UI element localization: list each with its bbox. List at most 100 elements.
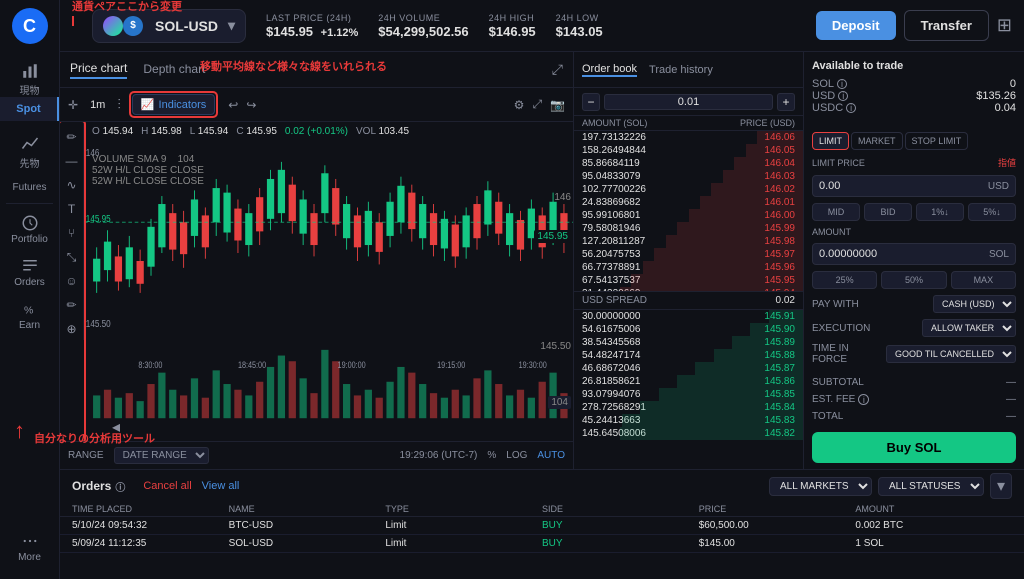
pencil-tool[interactable]: ✏ bbox=[61, 126, 83, 148]
sidebar-item-more[interactable]: More bbox=[0, 526, 59, 569]
sell-order-row[interactable]: 67.54137537 145.95 bbox=[574, 274, 803, 287]
grid-icon[interactable]: ⊞ bbox=[997, 15, 1012, 36]
text-tool[interactable]: T bbox=[61, 198, 83, 220]
sell-order-row[interactable]: 158.26494844 146.05 bbox=[574, 144, 803, 157]
logo[interactable]: C bbox=[12, 8, 48, 44]
tools-container: ✏ — ∿ T ⑂ ⤡ ☺ ✏ ⊕ bbox=[60, 122, 84, 441]
pair-selector[interactable]: $ SOL-USD ▾ bbox=[92, 9, 246, 43]
pct-btn[interactable]: 25% bbox=[812, 271, 877, 289]
sidebar-item-spot[interactable]: 現物 bbox=[0, 56, 59, 103]
pct-btn[interactable]: 50% bbox=[881, 271, 946, 289]
date-range-select[interactable]: DATE RANGE bbox=[114, 447, 209, 464]
zoom-tool[interactable]: ⊕ bbox=[61, 318, 83, 340]
buy-order-row[interactable]: 145.64508006 145.82 bbox=[574, 427, 803, 440]
orderbook-panel: Order book Trade history − 0.01 + AMOUNT… bbox=[574, 52, 804, 469]
order-type-btn[interactable]: MARKET bbox=[851, 132, 903, 150]
indicators-button[interactable]: 📈 Indicators bbox=[132, 94, 215, 115]
sidebar-futures-label: 先物 bbox=[20, 155, 40, 170]
orders-column-header: TYPE bbox=[385, 504, 542, 514]
emoji-tool[interactable]: ☺ bbox=[61, 270, 83, 292]
crosshair-icon[interactable]: ✛ bbox=[68, 98, 78, 112]
last-price-block: LAST PRICE (24H) $145.95 +1.12% bbox=[266, 13, 358, 39]
buy-order-row[interactable]: 46.68672046 145.87 bbox=[574, 362, 803, 375]
sidebar-earn-label: Earn bbox=[19, 320, 40, 331]
redo-icon[interactable]: ↪ bbox=[246, 98, 256, 112]
undo-icon[interactable]: ↩ bbox=[228, 98, 238, 112]
fullscreen-icon[interactable]: ⤢ bbox=[532, 97, 542, 112]
sidebar-item-portfolio[interactable]: Portfolio bbox=[0, 208, 59, 251]
order-type-btn[interactable]: LIMIT bbox=[812, 132, 849, 150]
order-type-btn[interactable]: STOP LIMIT bbox=[905, 132, 969, 150]
amount-input[interactable]: 0.00000000 SOL bbox=[812, 243, 1016, 265]
orders-title: Orders ⓘ bbox=[72, 479, 125, 494]
buy-order-row[interactable]: 30.00000000 145.91 bbox=[574, 310, 803, 323]
order-row[interactable]: 5/09/24 11:12:35 SOL-USD Limit BUY $145.… bbox=[60, 535, 1024, 553]
view-all-button[interactable]: View all bbox=[202, 480, 240, 492]
sell-order-row[interactable]: 127.20811287 145.98 bbox=[574, 235, 803, 248]
sidebar-item-futures[interactable]: 先物 bbox=[0, 129, 59, 176]
tab-price-chart[interactable]: Price chart bbox=[70, 61, 127, 79]
ob-minus-btn[interactable]: − bbox=[582, 93, 600, 111]
tab-depth-chart[interactable]: Depth chart bbox=[143, 62, 205, 78]
settings-icon[interactable]: ⚙ bbox=[514, 98, 525, 112]
order-row[interactable]: 5/10/24 09:54:32 BTC-USD Limit BUY $60,5… bbox=[60, 517, 1024, 535]
buy-order-row[interactable]: 38.54345568 145.89 bbox=[574, 336, 803, 349]
ob-increment: 0.01 bbox=[604, 94, 773, 110]
deposit-button[interactable]: Deposit bbox=[816, 11, 896, 40]
sell-order-row[interactable]: 102.77700226 146.02 bbox=[574, 183, 803, 196]
buy-order-row[interactable]: 54.48247174 145.88 bbox=[574, 349, 803, 362]
cancel-all-button[interactable]: Cancel all bbox=[143, 480, 191, 492]
fork-tool[interactable]: ⑂ bbox=[61, 222, 83, 244]
camera-icon[interactable]: 📷 bbox=[550, 98, 565, 112]
sell-order-row[interactable]: 24.83869682 146.01 bbox=[574, 196, 803, 209]
spread-value: 0.02 bbox=[776, 295, 795, 306]
orders-column-header: PRICE bbox=[699, 504, 856, 514]
buy-sol-button[interactable]: Buy SOL bbox=[812, 432, 1016, 463]
price-quick-btn[interactable]: BID bbox=[864, 203, 912, 221]
line-tool[interactable]: — bbox=[61, 150, 83, 172]
sell-order-row[interactable]: 21.44320669 145.94 bbox=[574, 287, 803, 291]
sell-order-row[interactable]: 95.04833079 146.03 bbox=[574, 170, 803, 183]
middle-row: Price chart Depth chart 移動平均線など様々な線をいれられ… bbox=[60, 52, 1024, 469]
sell-order-row[interactable]: 56.20475753 145.97 bbox=[574, 248, 803, 261]
ob-controls: − 0.01 + bbox=[574, 88, 803, 116]
pct-btn[interactable]: MAX bbox=[951, 271, 1016, 289]
expand-icon[interactable]: ⤢ bbox=[552, 61, 563, 78]
arrow-tool[interactable]: ⤡ bbox=[61, 246, 83, 268]
timeframe-1m[interactable]: 1m bbox=[86, 97, 109, 113]
buy-order-row[interactable]: 45.24413663 145.83 bbox=[574, 414, 803, 427]
tab-trade-history[interactable]: Trade history bbox=[649, 64, 713, 76]
buy-order-row[interactable]: 93.07994076 145.85 bbox=[574, 388, 803, 401]
time-info: 19:29:06 (UTC-7) % LOG AUTO bbox=[400, 450, 565, 461]
pay-with-select[interactable]: CASH (USD) bbox=[933, 295, 1016, 313]
sell-order-row[interactable]: 79.58081946 145.99 bbox=[574, 222, 803, 235]
markets-filter[interactable]: ALL MARKETS bbox=[769, 477, 872, 496]
ob-plus-btn[interactable]: + bbox=[777, 93, 795, 111]
sidebar-item-earn[interactable]: % Earn bbox=[0, 294, 59, 337]
buy-order-row[interactable]: 278.72568291 145.84 bbox=[574, 401, 803, 414]
sidebar-item-futures-sub[interactable]: Futures bbox=[0, 176, 59, 199]
filter-expand-btn[interactable]: ▾ bbox=[990, 473, 1012, 499]
sell-order-row[interactable]: 66.77378891 145.96 bbox=[574, 261, 803, 274]
measure-tool[interactable]: ✏ bbox=[61, 294, 83, 316]
buy-order-row[interactable]: 54.61675006 145.90 bbox=[574, 323, 803, 336]
time-in-force-select[interactable]: GOOD TIL CANCELLED bbox=[886, 345, 1016, 363]
sell-order-row[interactable]: 95.99106801 146.00 bbox=[574, 209, 803, 222]
buy-order-row[interactable]: 26.81858621 145.86 bbox=[574, 375, 803, 388]
execution-select[interactable]: ALLOW TAKER bbox=[922, 319, 1016, 337]
price-quick-btn[interactable]: 1%↓ bbox=[916, 203, 964, 221]
sidebar-item-orders[interactable]: Orders bbox=[0, 251, 59, 294]
tab-orderbook[interactable]: Order book bbox=[582, 63, 637, 77]
statuses-filter[interactable]: ALL STATUSES bbox=[878, 477, 984, 496]
curve-tool[interactable]: ∿ bbox=[61, 174, 83, 196]
sell-order-row[interactable]: 197.73132226 146.06 bbox=[574, 131, 803, 144]
price-quick-btn[interactable]: MID bbox=[812, 203, 860, 221]
price-quick-btn[interactable]: 5%↓ bbox=[968, 203, 1016, 221]
order-amount: 1 SOL bbox=[855, 538, 1012, 549]
limit-price-input[interactable]: 0.00 USD bbox=[812, 175, 1016, 197]
transfer-button[interactable]: Transfer bbox=[904, 10, 989, 41]
sidebar-item-spot-sub[interactable]: Spot bbox=[0, 97, 59, 121]
sell-order-row[interactable]: 85.86684119 146.04 bbox=[574, 157, 803, 170]
volume-label: 24H VOLUME bbox=[378, 13, 468, 23]
candle-type-icon[interactable]: ⫶ bbox=[117, 96, 121, 113]
